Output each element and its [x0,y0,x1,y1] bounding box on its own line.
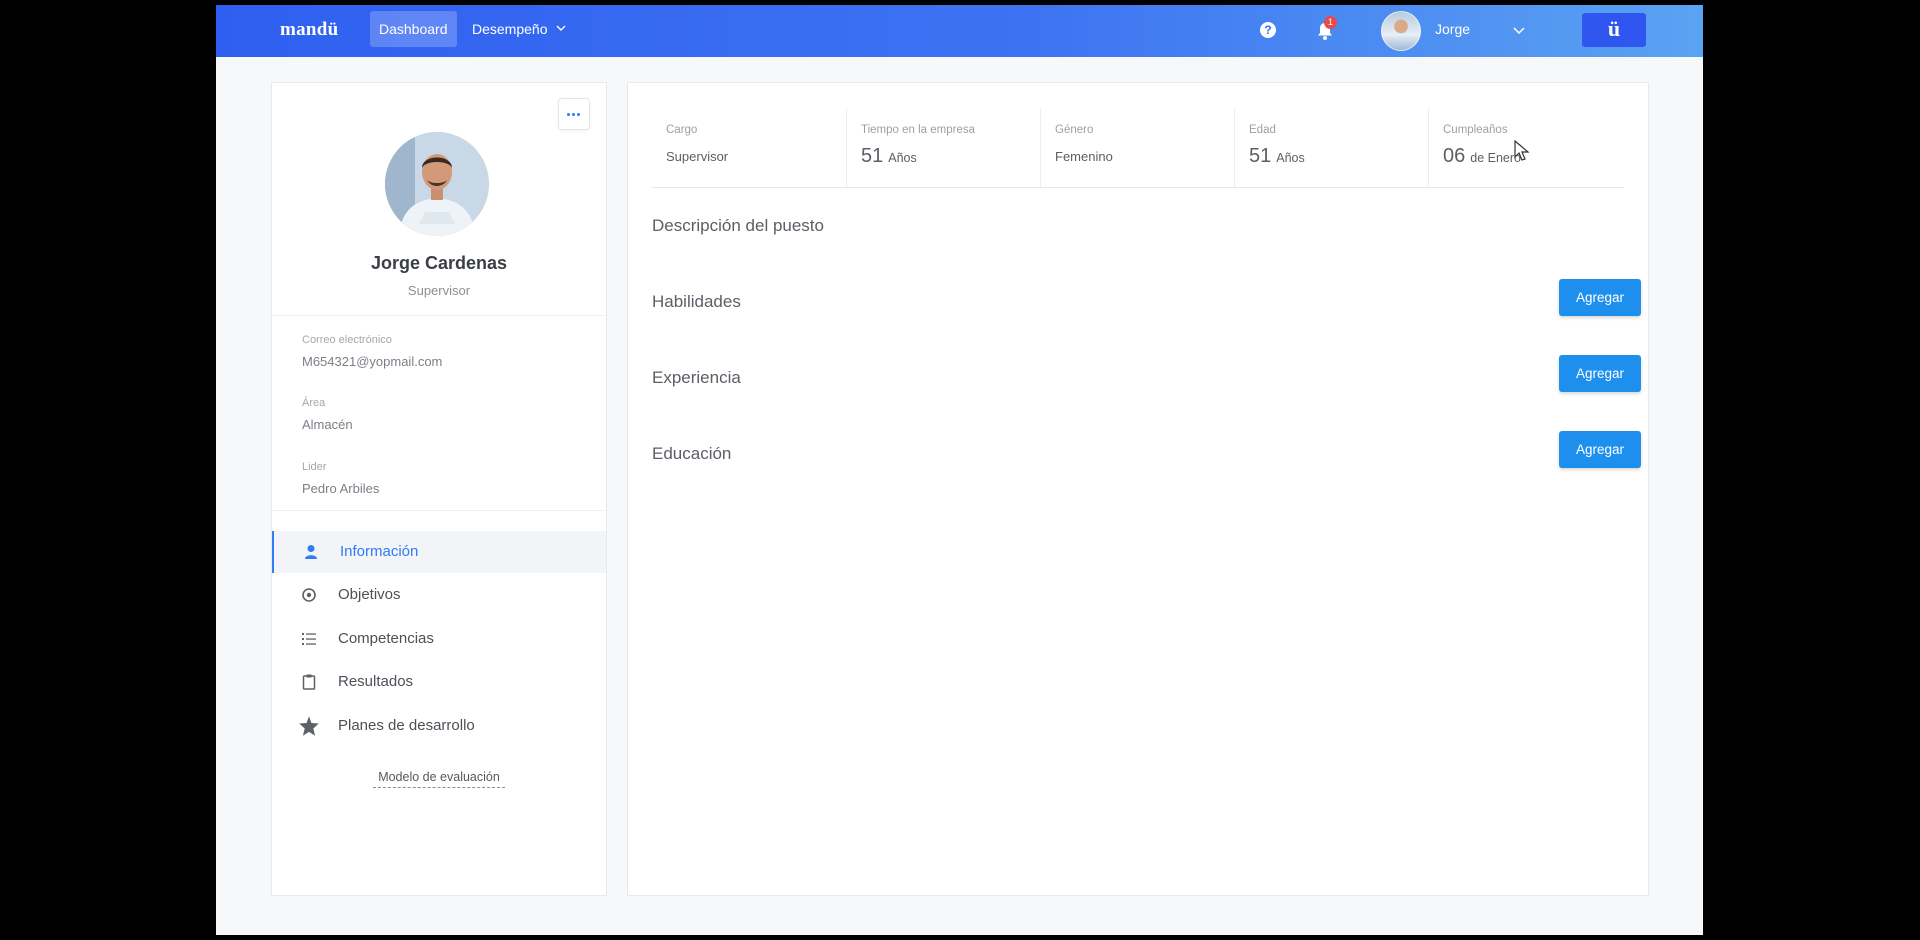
menu-label: Competencias [338,630,434,647]
leader-value: Pedro Arbiles [302,481,380,496]
stat-cargo: Cargo Supervisor [652,108,846,188]
profile-name: Jorge Cardenas [370,253,508,273]
mouse-cursor-icon [1514,140,1530,161]
stat-label: Edad [1249,124,1276,136]
top-navigation-bar: mandü Dashboard Desempeño ? 1 Jorge ü [216,5,1703,57]
user-avatar[interactable] [1381,11,1421,51]
field-label: Área [302,397,326,409]
chevron-down-icon [556,25,565,31]
stat-value: 51 Años [1249,145,1305,168]
section-habilidades: Habilidades [652,292,741,311]
menu-item-resultados[interactable]: Resultados [272,661,606,703]
stat-label: Cargo [666,124,698,136]
field-label: Lider [302,461,327,473]
stat-number: 51 [1249,145,1272,167]
menu-item-informacion[interactable]: Información [272,531,606,573]
stat-value: Femenino [1055,149,1113,164]
nav-desempeno-label: Desempeño [472,21,548,37]
star-badge-icon [299,716,319,736]
person-photo-illustration [385,132,489,236]
more-dot-icon [572,113,575,116]
stat-tiempo: Tiempo en la empresa 51 Años [847,108,1041,188]
target-icon [302,588,316,602]
logo[interactable]: mandü [280,19,339,41]
field-label: Correo electrónico [302,334,392,346]
menu-item-objetivos[interactable]: Objetivos [272,574,606,616]
stat-edad: Edad 51 Años [1235,108,1429,188]
evaluation-model-link[interactable]: Modelo de evaluación [373,770,505,788]
more-dot-icon [567,113,570,116]
stat-label: Cumpleaños [1443,124,1508,136]
user-icon [305,545,317,559]
menu-label: Objetivos [338,586,401,603]
menu-item-competencias[interactable]: Competencias [272,618,606,660]
add-habilidad-button[interactable]: Agregar [1559,279,1641,316]
area-value: Almacén [302,417,353,432]
divider [652,187,1624,188]
menu-label: Información [340,543,419,560]
notification-badge: 1 [1324,16,1337,29]
list-icon [302,633,316,645]
add-experiencia-button[interactable]: Agregar [1559,355,1641,392]
app-window: mandü Dashboard Desempeño ? 1 Jorge ü Jo… [216,5,1703,935]
stat-number: 06 [1443,145,1466,167]
stat-genero: Género Femenino [1041,108,1235,188]
stat-label: Género [1055,124,1094,136]
brand-button[interactable]: ü [1582,13,1646,47]
divider [272,315,606,316]
stat-label: Tiempo en la empresa [861,124,975,136]
email-value: M654321@yopmail.com [302,354,443,369]
clipboard-icon [302,674,316,690]
stat-unit: Años [1276,151,1305,165]
info-card: Cargo Supervisor Tiempo en la empresa 51… [627,82,1649,896]
more-options-button[interactable] [558,98,590,130]
stat-number: 51 [861,145,884,167]
add-educacion-button[interactable]: Agregar [1559,431,1641,468]
stat-value: 06 de Enero [1443,145,1521,168]
menu-item-planes[interactable]: Planes de desarrollo [272,705,606,747]
menu-label: Resultados [338,673,414,690]
help-icon[interactable]: ? [1260,22,1276,38]
divider [272,510,606,511]
section-descripcion: Descripción del puesto [652,216,824,235]
nav-desempeno-dropdown[interactable]: Desempeño [472,11,566,47]
evaluation-model-link-wrapper: Modelo de evaluación [272,768,606,788]
stat-value: Supervisor [666,149,729,164]
profile-card: Jorge Cardenas Supervisor Correo electró… [271,82,607,896]
profile-photo [385,132,489,236]
section-educacion: Educación [652,444,732,463]
user-name[interactable]: Jorge [1435,21,1470,37]
chevron-down-icon[interactable] [1512,23,1526,37]
stat-unit: Años [888,151,917,165]
profile-role: Supervisor [407,283,471,298]
section-experiencia: Experiencia [652,368,741,387]
nav-dashboard[interactable]: Dashboard [370,11,457,47]
stat-value: 51 Años [861,145,917,168]
more-dot-icon [577,113,580,116]
menu-label: Planes de desarrollo [338,717,475,734]
